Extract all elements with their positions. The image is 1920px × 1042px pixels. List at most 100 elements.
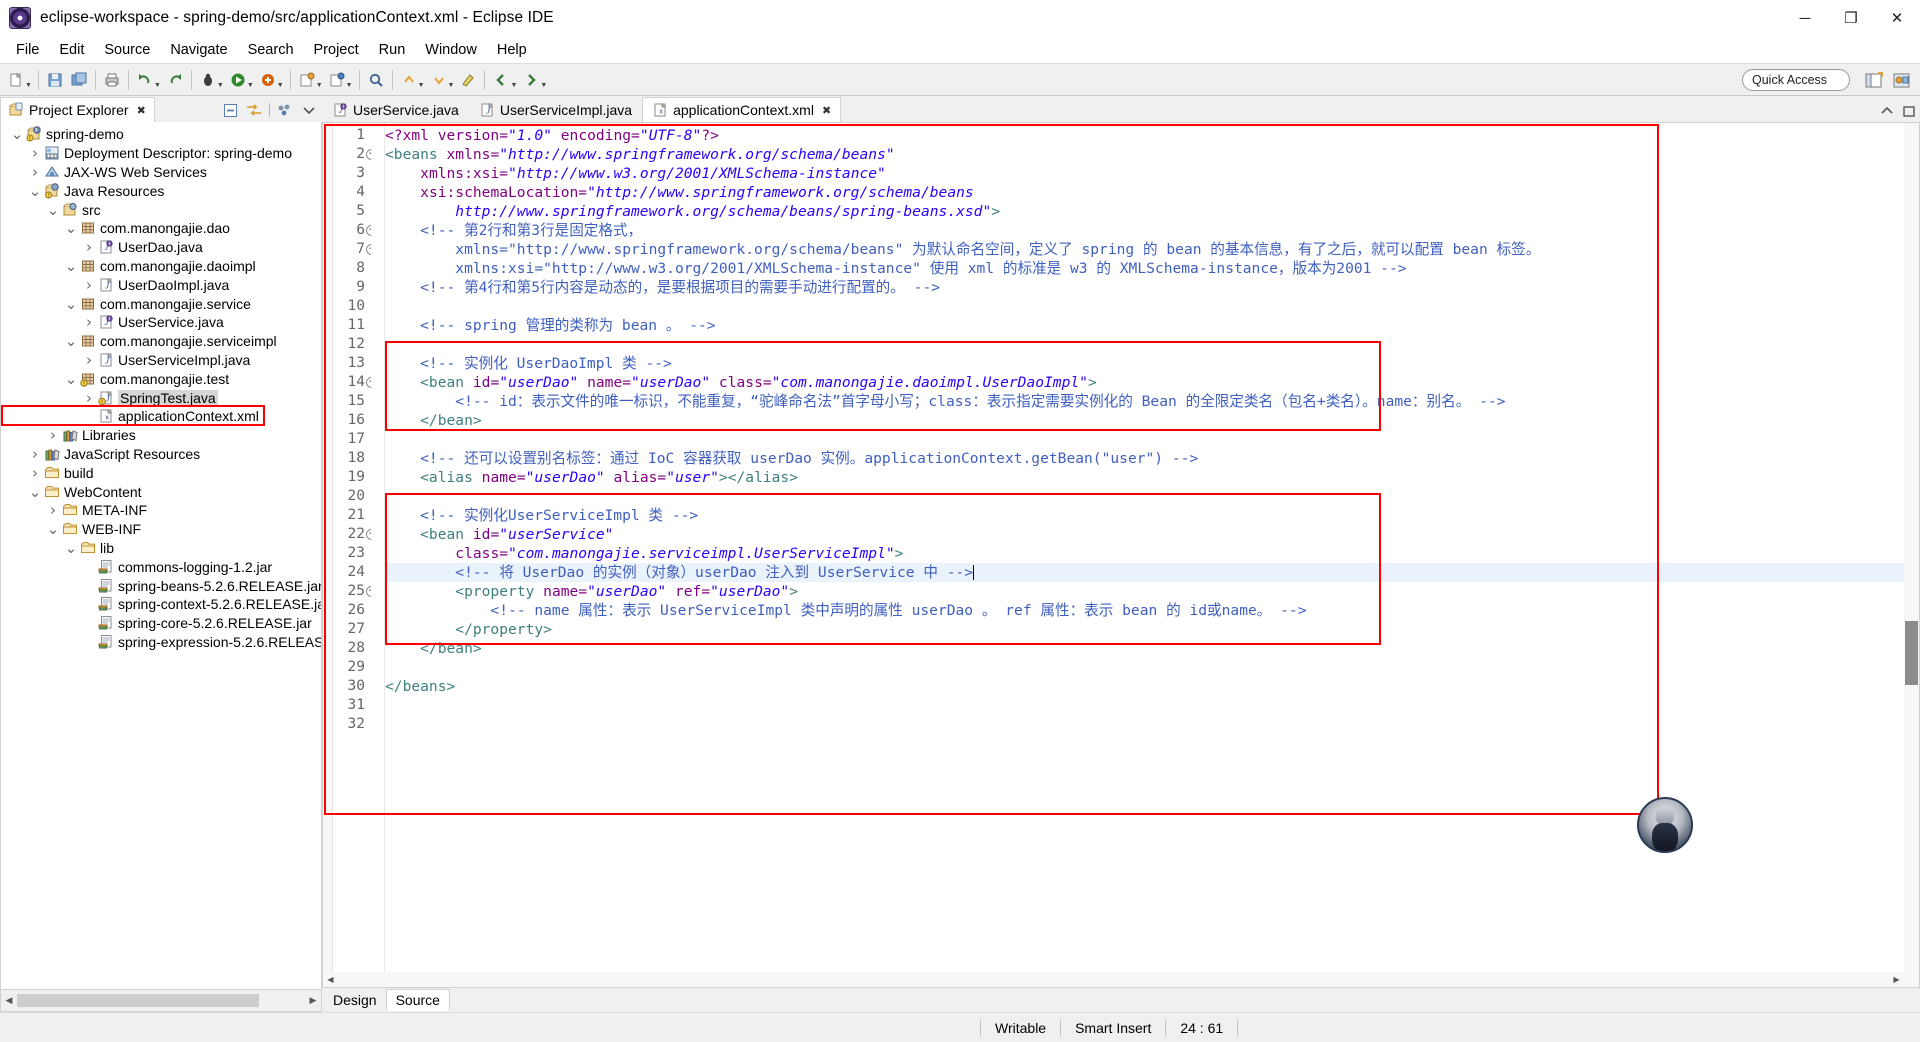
tree-item[interactable]: commons-logging-1.2.jar [1,557,321,576]
minimize-editor-icon[interactable] [1880,105,1894,118]
back-icon[interactable] [490,68,512,92]
tree-item[interactable]: › build [1,463,321,482]
tree-item[interactable]: › JavaScript Resources [1,445,321,464]
menu-project[interactable]: Project [304,39,369,61]
previous-annotation-icon[interactable] [398,68,420,92]
code-line[interactable] [385,297,1919,316]
code-line[interactable]: <!-- 第2行和第3行是固定格式， [385,221,1919,240]
code-line[interactable]: </property> [385,620,1919,639]
chevron-right-icon[interactable]: › [27,445,43,463]
link-with-editor-icon[interactable] [245,101,263,119]
menu-help[interactable]: Help [487,39,537,61]
code-line[interactable]: http://www.springframework.org/schema/be… [385,202,1919,221]
tree-item[interactable]: ⌄! Java Resources [1,181,321,200]
maximize-button[interactable]: ❐ [1828,0,1874,36]
save-icon[interactable] [44,68,66,92]
chevron-down-icon[interactable]: ⌄ [27,183,43,198]
tab-project-explorer[interactable]: Project Explorer ✖ [0,97,155,122]
tree-item[interactable]: › Libraries [1,426,321,445]
chevron-right-icon[interactable]: › [81,389,97,407]
save-all-icon[interactable] [68,68,90,92]
tree-item[interactable]: › JAX-WS Web Services [1,163,321,182]
tree-item[interactable]: › META-INF [1,501,321,520]
run-external-tools-icon[interactable] [257,68,279,92]
tree-item[interactable]: ⌄ lib [1,539,321,558]
code-line[interactable]: </beans> [385,677,1919,696]
chevron-right-icon[interactable]: › [45,501,61,519]
tree-item[interactable]: › J UserServiceImpl.java [1,351,321,370]
close-icon[interactable]: ✖ [137,104,146,117]
folding-ruler[interactable] [371,123,385,987]
view-menu-icon[interactable] [276,101,294,119]
menu-navigate[interactable]: Navigate [160,39,237,61]
chevron-down-icon[interactable]: ⌄ [63,258,79,273]
code-line[interactable]: </bean> [385,411,1919,430]
new-class-icon[interactable] [326,68,348,92]
tree-item[interactable]: › J I UserDao.java [1,238,321,257]
tree-item[interactable]: ⌄ com.manongajie.serviceimpl [1,332,321,351]
code-line[interactable]: <bean id="userService" [385,525,1919,544]
code-line[interactable]: <bean id="userDao" name="userDao" class=… [385,373,1919,392]
chevron-down-icon[interactable]: ⌄ [45,202,61,217]
code-line[interactable]: <!-- 第4行和第5行内容是动态的，是要根据项目的需要手动进行配置的。 --> [385,278,1919,297]
debug-icon[interactable] [197,68,219,92]
code-line[interactable]: xmlns:xsi="http://www.w3.org/2001/XMLSch… [385,259,1919,278]
chevron-right-icon[interactable]: › [81,238,97,256]
chevron-right-icon[interactable]: › [27,163,43,181]
editor-tab-userservice-java[interactable]: J I UserService.java [322,97,469,122]
scroll-left-icon[interactable]: ◀ [1,995,17,1006]
open-perspective-icon[interactable] [1862,69,1886,92]
menu-source[interactable]: Source [94,39,160,61]
chevron-right-icon[interactable]: › [45,426,61,444]
code-line[interactable]: <!-- name 属性：表示 UserServiceImpl 类中声明的属性 … [385,601,1919,620]
code-line[interactable]: <!-- spring 管理的类称为 bean 。 --> [385,316,1919,335]
code-line[interactable]: <!-- 还可以设置别名标签：通过 IoC 容器获取 userDao 实例。ap… [385,449,1919,468]
tree-item[interactable]: › J UserDaoImpl.java [1,275,321,294]
code-line[interactable]: </bean> [385,639,1919,658]
code-line[interactable] [385,696,1919,715]
tree-item[interactable]: ⌄ WEB-INF [1,520,321,539]
chevron-right-icon[interactable]: › [81,276,97,294]
chevron-down-icon[interactable]: ⌄ [9,127,25,142]
tree-item[interactable]: ⌄! com.manongajie.test [1,369,321,388]
menu-run[interactable]: Run [369,39,416,61]
chevron-down-icon[interactable]: ⌄ [63,540,79,555]
menu-window[interactable]: Window [415,39,487,61]
editor-page-tab-design[interactable]: Design [324,990,386,1010]
source-code-text[interactable]: <?xml version="1.0" encoding="UTF-8"?> <b… [385,123,1919,987]
tree-item[interactable]: x applicationContext.xml [1,407,321,426]
code-line[interactable]: <property name="userDao" ref="userDao"> [385,582,1919,601]
menu-search[interactable]: Search [238,39,304,61]
minimize-button[interactable]: ─ [1782,0,1828,36]
scroll-track[interactable] [17,994,305,1007]
menu-edit[interactable]: Edit [49,39,94,61]
chevron-down-icon[interactable]: ⌄ [63,296,79,311]
new-java-project-icon[interactable] [296,68,318,92]
scroll-thumb[interactable] [17,994,259,1007]
tree-item[interactable]: ⌄ com.manongajie.dao [1,219,321,238]
tree-item[interactable]: ⌄ com.manongajie.daoimpl [1,257,321,276]
code-line[interactable]: <!-- 实例化 UserDaoImpl 类 --> [385,354,1919,373]
last-edit-location-icon[interactable] [457,68,479,92]
minimize-view-icon[interactable] [300,101,318,119]
undo-icon[interactable] [134,68,156,92]
code-line[interactable] [385,430,1919,449]
tree-item[interactable]: spring-context-5.2.6.RELEASE.jar [1,595,321,614]
chevron-down-icon[interactable]: ⌄ [27,484,43,499]
code-line[interactable] [385,335,1919,354]
chevron-right-icon[interactable]: › [27,464,43,482]
scroll-right-icon[interactable]: ▶ [305,995,321,1006]
code-line[interactable] [385,715,1919,734]
tree-item[interactable]: ⌄ WebContent [1,482,321,501]
code-line[interactable]: class="com.manongajie.serviceimpl.UserSe… [385,544,1919,563]
chevron-down-icon[interactable]: ⌄ [63,371,79,386]
scroll-thumb[interactable] [1905,621,1918,685]
code-line[interactable]: <beans xmlns="http://www.springframework… [385,145,1919,164]
close-icon[interactable]: ✖ [822,104,831,117]
chevron-right-icon[interactable]: › [81,313,97,331]
tree-item[interactable]: spring-beans-5.2.6.RELEASE.jar [1,576,321,595]
tree-item[interactable]: ⌄ com.manongajie.service [1,294,321,313]
chevron-down-icon[interactable]: ⌄ [63,221,79,236]
editor-horizontal-scrollbar[interactable]: ◀ ▶ [323,972,1904,987]
quick-access-input[interactable]: Quick Access [1742,69,1850,91]
